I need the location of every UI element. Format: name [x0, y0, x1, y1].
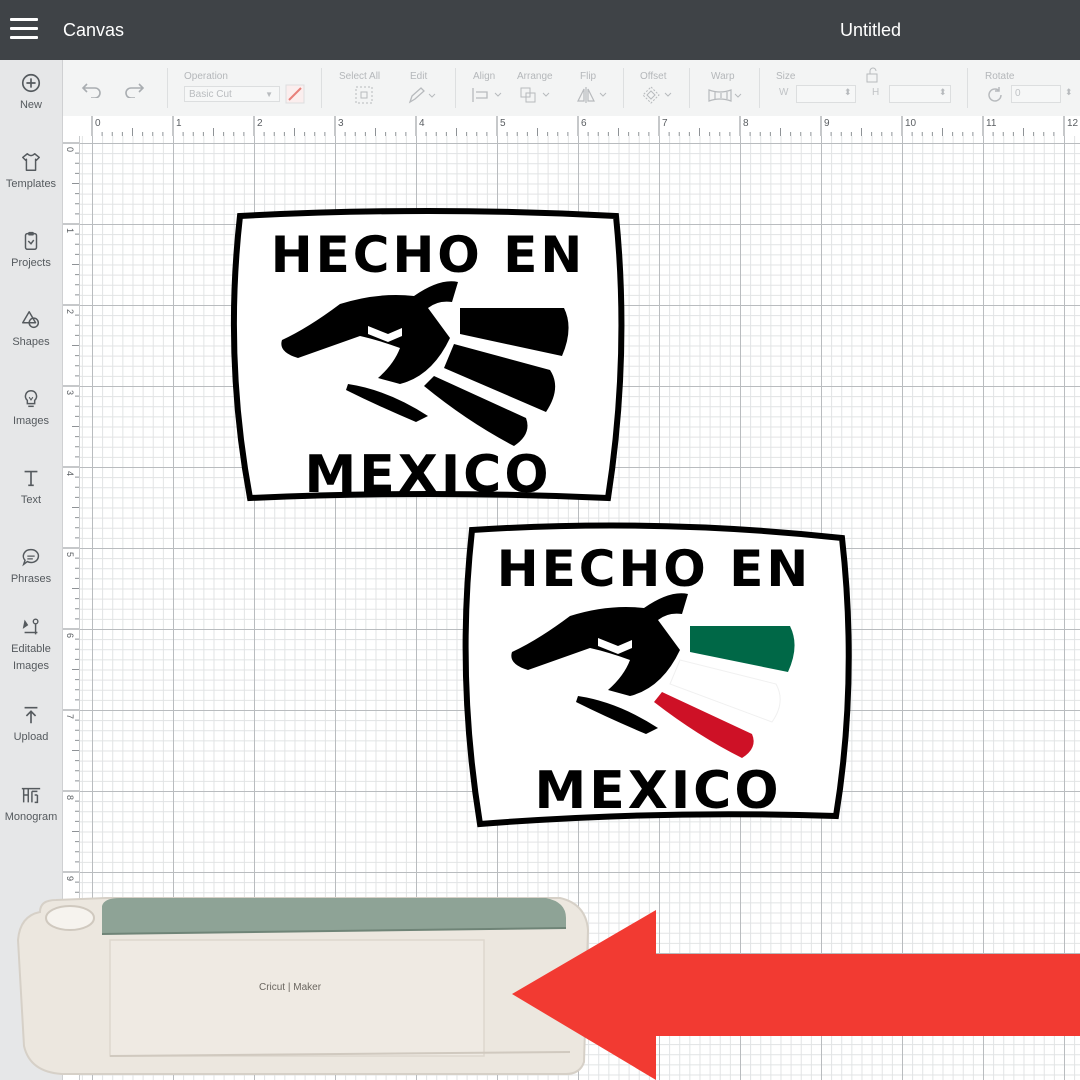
- ruler-label: 0: [95, 118, 101, 129]
- pen-color-icon[interactable]: [285, 84, 305, 104]
- operation-select[interactable]: Basic Cut ▼: [184, 86, 280, 102]
- ruler-label: 2: [257, 118, 263, 129]
- sidebar-item-label: Phrases: [10, 573, 52, 585]
- text-icon: [24, 470, 38, 487]
- sidebar-item-label: Monogram: [4, 811, 58, 823]
- sidebar-item-label: Text: [20, 494, 42, 506]
- sidebar-item-label: Shapes: [12, 336, 50, 348]
- ruler-label: 11: [986, 118, 997, 129]
- ruler-ticks: [63, 142, 79, 1035]
- sidebar-item-label: Projects: [11, 257, 51, 269]
- sidebar-item-label: Templates: [5, 178, 57, 190]
- design-title-line1: HECHO EN: [271, 226, 585, 284]
- rotate-stepper-icon[interactable]: ⬍: [1065, 87, 1073, 98]
- hecho-en-mexico-design-black[interactable]: HECHO EN MEXICO: [228, 208, 628, 504]
- hecho-en-mexico-design-flag[interactable]: HECHO EN MEXICO: [458, 520, 858, 832]
- ruler-label: 10: [905, 118, 917, 129]
- select-all-icon[interactable]: [353, 84, 375, 106]
- edit-pencil-icon[interactable]: [407, 86, 437, 104]
- ruler-label: 6: [581, 118, 587, 129]
- ruler-label: 6: [65, 633, 75, 639]
- undo-icon[interactable]: [81, 80, 103, 98]
- shapes-icon: [22, 311, 40, 329]
- sidebar-item-images[interactable]: Images: [0, 388, 62, 430]
- sidebar-item-monogram[interactable]: Monogram: [0, 784, 62, 826]
- top-bar: Canvas Untitled: [0, 0, 1080, 60]
- sidebar-item-label: New: [19, 99, 42, 111]
- sidebar-item-text[interactable]: Text: [0, 467, 62, 509]
- arrange-label: Arrange: [517, 71, 553, 82]
- upload-icon: [24, 706, 38, 724]
- flip-icon[interactable]: [576, 85, 608, 105]
- operation-label: Operation: [184, 71, 228, 82]
- ruler-label: 0: [65, 147, 75, 153]
- ruler-label: 2: [65, 309, 75, 315]
- warp-icon[interactable]: [707, 87, 743, 103]
- ruler-label: 4: [65, 471, 75, 477]
- arrange-icon[interactable]: [519, 86, 551, 104]
- chevron-down-icon: ▼: [265, 90, 273, 99]
- height-stepper-icon[interactable]: ⬍: [939, 87, 947, 98]
- ruler-label: 4: [419, 118, 425, 129]
- ruler-label: 8: [743, 118, 749, 129]
- design-title-line2: MEXICO: [534, 761, 781, 821]
- sidebar-item-projects[interactable]: Projects: [0, 230, 62, 272]
- offset-icon[interactable]: [641, 85, 675, 105]
- ruler-label: 1: [176, 118, 182, 129]
- document-title[interactable]: Untitled: [840, 20, 901, 41]
- tshirt-icon: [22, 153, 40, 171]
- ruler-label: 8: [65, 795, 75, 801]
- plus-circle-icon: [21, 73, 41, 93]
- width-stepper-icon[interactable]: ⬍: [844, 87, 852, 98]
- sidebar-item-label: Editable Images: [11, 643, 51, 672]
- align-icon[interactable]: [471, 87, 503, 103]
- rotate-icon[interactable]: [985, 85, 1005, 105]
- ruler-label: 3: [338, 118, 344, 129]
- horizontal-ruler: 0 1 2 3 4 5 6 7 8 9 10 11 12: [63, 116, 1080, 137]
- edit-toolbar: Operation Basic Cut ▼ Select All Edit Ali…: [63, 60, 1080, 117]
- sidebar-item-label: Images: [12, 415, 50, 427]
- hamburger-menu-icon[interactable]: [10, 18, 38, 42]
- ruler-label: 7: [662, 118, 668, 129]
- sidebar-item-label: Upload: [13, 731, 49, 743]
- sidebar-item-templates[interactable]: Templates: [0, 151, 62, 193]
- rotate-input[interactable]: 0: [1011, 85, 1061, 103]
- offset-label: Offset: [640, 71, 667, 82]
- editable-image-icon: [22, 618, 39, 635]
- ruler-label: 1: [65, 228, 75, 234]
- align-label: Align: [473, 71, 496, 82]
- sidebar-item-new[interactable]: New: [0, 72, 62, 114]
- design-title-line2: MEXICO: [304, 445, 551, 504]
- ruler-label: 5: [65, 552, 75, 558]
- edit-label: Edit: [410, 71, 428, 82]
- ruler-label: 12: [1067, 118, 1079, 129]
- height-label: H: [872, 87, 880, 98]
- ruler-ticks: [91, 116, 1065, 136]
- sidebar-item-shapes[interactable]: Shapes: [0, 309, 62, 351]
- ruler-label: 3: [65, 390, 75, 396]
- redo-icon[interactable]: [123, 80, 145, 98]
- sidebar-item-upload[interactable]: Upload: [0, 704, 62, 746]
- app-title: Canvas: [63, 20, 125, 40]
- speech-bubble-icon: [22, 548, 40, 567]
- sidebar-item-phrases[interactable]: Phrases: [0, 546, 62, 588]
- lock-icon[interactable]: [863, 66, 881, 84]
- size-label: Size: [776, 71, 796, 82]
- vertical-ruler: 0 1 2 3 4 5 6 7 8 9: [63, 136, 80, 1080]
- lightbulb-icon: [24, 390, 38, 408]
- warp-label: Warp: [711, 71, 735, 82]
- select-all-label: Select All: [339, 71, 381, 82]
- ruler-label: 5: [500, 118, 506, 129]
- ruler-label: 7: [65, 714, 75, 720]
- ruler-label: 9: [824, 118, 830, 129]
- sidebar-item-editable-images[interactable]: Editable Images: [0, 616, 62, 675]
- flip-label: Flip: [580, 71, 597, 82]
- design-title-line1: HECHO EN: [497, 540, 811, 598]
- left-sidebar: New Templates Projects Shapes Images Tex…: [0, 60, 63, 1080]
- monogram-icon: [21, 787, 41, 804]
- rotate-label: Rotate: [985, 71, 1015, 82]
- project-icon: [24, 231, 38, 250]
- ruler-label: 9: [65, 876, 75, 882]
